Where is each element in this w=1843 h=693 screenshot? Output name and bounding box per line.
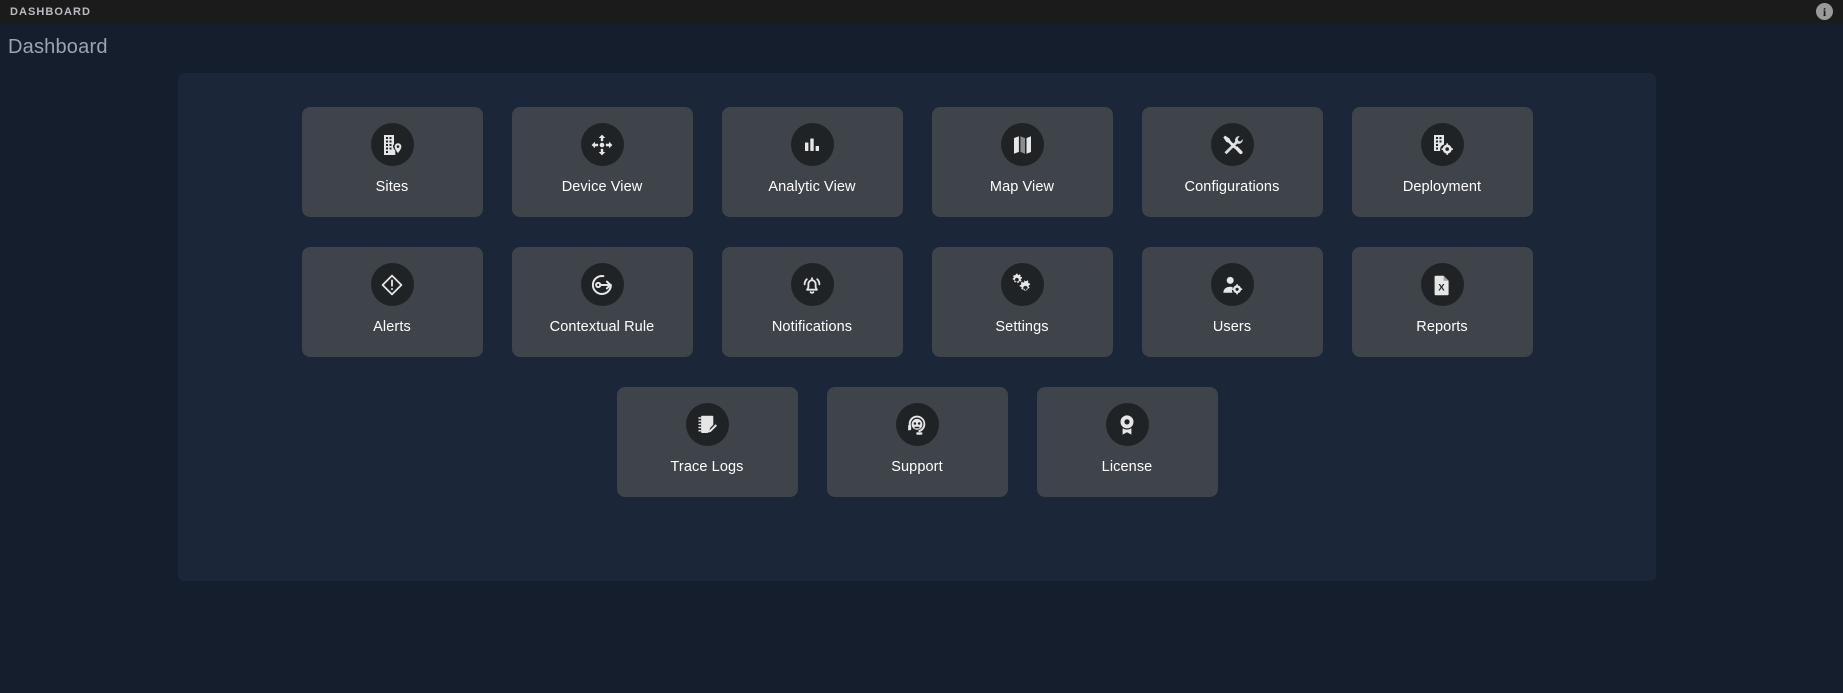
bell-ringing-icon (790, 263, 834, 306)
tile-alerts[interactable]: Alerts (301, 247, 483, 357)
tile-label: Reports (1416, 319, 1468, 335)
tile-configurations[interactable]: Configurations (1141, 107, 1323, 217)
diamond-exclamation-icon (370, 263, 414, 306)
person-gear-icon (1210, 263, 1254, 306)
tile-notifications[interactable]: Notifications (721, 247, 903, 357)
tile-label: Analytic View (768, 179, 856, 195)
tile-row-3: Trace Logs Support License (178, 387, 1656, 497)
move-arrows-icon (580, 123, 624, 166)
award-badge-icon (1105, 403, 1149, 446)
info-icon[interactable]: i (1816, 3, 1833, 20)
tile-contextual-rule[interactable]: Contextual Rule (511, 247, 693, 357)
tile-label: Notifications (771, 319, 853, 335)
tile-license[interactable]: License (1036, 387, 1218, 497)
tile-label: License (1101, 459, 1153, 475)
map-icon (1000, 123, 1044, 166)
tools-hammer-wrench-icon (1210, 123, 1254, 166)
bar-chart-icon (790, 123, 834, 166)
tile-settings[interactable]: Settings (931, 247, 1113, 357)
app-title: DASHBOARD (10, 5, 91, 18)
tile-users[interactable]: Users (1141, 247, 1323, 357)
tile-row-2: Alerts Contextual Rule Notifications Set… (178, 247, 1656, 357)
tile-device-view[interactable]: Device View (511, 107, 693, 217)
building-location-icon (370, 123, 414, 166)
gears-icon (1000, 263, 1044, 306)
tile-support[interactable]: Support (826, 387, 1008, 497)
tile-label: Contextual Rule (549, 319, 655, 335)
tile-label: Settings (995, 319, 1049, 335)
svg-text:X: X (1438, 282, 1445, 293)
circle-arrow-right-icon (580, 263, 624, 306)
headset-agent-icon (895, 403, 939, 446)
top-bar: DASHBOARD i (0, 0, 1843, 23)
page-title: Dashboard (8, 36, 108, 58)
tile-row-1: Sites Device View Analytic View Map View… (178, 107, 1656, 217)
top-bar-actions: i (1816, 3, 1833, 20)
tile-label: Alerts (373, 319, 411, 335)
tile-label: Support (891, 459, 943, 475)
tile-analytic-view[interactable]: Analytic View (721, 107, 903, 217)
tile-label: Configurations (1184, 179, 1280, 195)
tile-label: Sites (375, 179, 409, 195)
tile-label: Trace Logs (670, 459, 744, 475)
tile-label: Device View (561, 179, 643, 195)
tile-label: Map View (989, 179, 1055, 195)
tile-label: Deployment (1402, 179, 1482, 195)
building-gear-icon (1420, 123, 1464, 166)
page-body: Dashboard Sites Device View Analytic Vie… (0, 23, 1843, 693)
notebook-pencil-icon (685, 403, 729, 446)
tile-label: Users (1212, 319, 1252, 335)
tile-trace-logs[interactable]: Trace Logs (616, 387, 798, 497)
tile-map-view[interactable]: Map View (931, 107, 1113, 217)
tile-reports[interactable]: X Reports (1351, 247, 1533, 357)
tile-sites[interactable]: Sites (301, 107, 483, 217)
file-excel-icon: X (1420, 263, 1464, 306)
tile-deployment[interactable]: Deployment (1351, 107, 1533, 217)
dashboard-panel: Sites Device View Analytic View Map View… (178, 73, 1656, 581)
